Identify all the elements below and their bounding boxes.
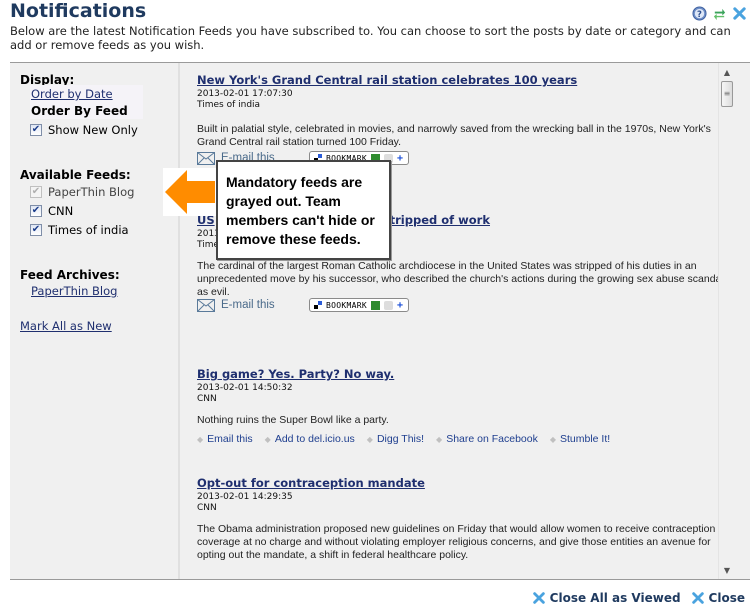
bullet-icon: ◆ (366, 435, 373, 444)
close-button[interactable]: Close (691, 591, 745, 605)
scroll-up-arrow[interactable]: ▲ (719, 65, 734, 81)
available-feeds-heading: Available Feeds: (20, 168, 131, 182)
item-actions: E-mail this BOOKMARK + (197, 297, 727, 313)
item-title-link[interactable]: New York's Grand Central rail station ce… (197, 73, 727, 87)
bullet-icon: ◆ (264, 435, 271, 444)
show-new-only-checkbox[interactable]: ✔ (30, 124, 42, 136)
plus-icon: + (396, 152, 404, 164)
feed-item: Big game? Yes. Party? No way. 2013-02-01… (197, 367, 727, 445)
share-delicious-link[interactable]: ◆ Add to del.icio.us (265, 433, 355, 445)
help-icon[interactable]: ? (692, 6, 707, 21)
share-facebook-link[interactable]: ◆ Share on Facebook (436, 433, 538, 445)
order-by-date-link[interactable]: Order by Date (31, 87, 113, 101)
bullet-icon: ◆ (549, 435, 556, 444)
item-source: CNN (197, 503, 217, 513)
page-title: Notifications (10, 0, 147, 22)
page-description: Below are the latest Notification Feeds … (10, 24, 731, 52)
feed-item: New York's Grand Central rail station ce… (197, 73, 727, 166)
bookmark-widget[interactable]: BOOKMARK + (309, 298, 410, 312)
item-date: 2013-02-01 14:29:35 (197, 492, 293, 502)
envelope-icon (197, 298, 215, 312)
bullet-icon: ◆ (197, 435, 204, 444)
bookmark-label: BOOKMARK (326, 300, 367, 310)
feed-archives-heading: Feed Archives: (20, 268, 120, 282)
feed-checkbox-times-of-india[interactable]: ✔ (30, 224, 42, 236)
scroll-down-arrow[interactable]: ▼ (719, 563, 734, 579)
bullet-icon: ◆ (436, 435, 443, 444)
feed-list: New York's Grand Central rail station ce… (182, 63, 734, 579)
close-icon[interactable] (732, 6, 747, 21)
footer-actions: Close All as Viewed Close (532, 591, 745, 605)
orange-arrow-icon (165, 170, 215, 214)
item-date: 2013-02-01 14:50:32 (197, 383, 293, 393)
callout-box: Mandatory feeds are grayed out. Team mem… (216, 160, 391, 260)
share-digg-link[interactable]: ◆ Digg This! (367, 433, 424, 445)
item-title-end: tripped of work (389, 213, 490, 227)
digg-icon (370, 300, 380, 310)
notifications-panel: Display: Order by Date Order By Feed ✔ S… (10, 62, 750, 580)
close-label: Close (708, 591, 745, 605)
item-body: Nothing ruins the Super Bowl like a part… (197, 414, 389, 426)
refresh-icon[interactable] (712, 6, 727, 21)
sidebar: Display: Order by Date Order By Feed ✔ S… (10, 63, 180, 579)
item-source: Times of india (197, 100, 261, 110)
archive-link-paperthin[interactable]: PaperThin Blog (31, 284, 117, 298)
item-title-link[interactable]: Big game? Yes. Party? No way. (197, 367, 727, 381)
feed-label: Times of india (48, 223, 129, 237)
email-this-button[interactable]: E-mail this (197, 298, 309, 312)
item-body: The cardinal of the largest Roman Cathol… (197, 260, 724, 296)
svg-text:?: ? (697, 9, 702, 19)
item-source: CNN (197, 394, 217, 404)
share-links: ◆ Email this ◆ Add to del.icio.us ◆ Digg Th… (197, 433, 727, 445)
feed-item: Opt-out for contraception mandate 2013-0… (197, 476, 727, 562)
feed-checkbox-cnn[interactable]: ✔ (30, 205, 42, 217)
close-all-as-viewed-label: Close All as Viewed (549, 591, 681, 605)
show-new-only-option[interactable]: ✔ Show New Only (30, 123, 138, 137)
feed-checkbox-paperthin-disabled: ✔ (30, 186, 42, 198)
stumble-icon (383, 300, 393, 310)
item-date: 2013-02-01 17:07:30 (197, 89, 293, 99)
feed-option-cnn[interactable]: ✔ CNN (30, 204, 73, 218)
feed-label: PaperThin Blog (48, 185, 135, 199)
feed-option-paperthin: ✔ PaperThin Blog (30, 185, 134, 199)
feed-option-times-of-india[interactable]: ✔ Times of india (30, 223, 129, 237)
order-by-feed-selected[interactable]: Order By Feed (31, 104, 128, 118)
delicious-icon (314, 301, 322, 309)
scroll-thumb[interactable]: ≡ (721, 81, 733, 107)
show-new-only-label: Show New Only (48, 123, 138, 137)
callout-arrow (163, 168, 217, 216)
header-toolbar: ? (692, 6, 747, 21)
mark-all-as-new-link[interactable]: Mark All as New (20, 319, 112, 333)
feed-label: CNN (48, 204, 74, 218)
item-body: Built in palatial style, celebrated in m… (197, 123, 711, 148)
envelope-icon (197, 151, 215, 165)
close-all-as-viewed-button[interactable]: Close All as Viewed (532, 591, 681, 605)
item-title-link[interactable]: Opt-out for contraception mandate (197, 476, 727, 490)
plus-icon: + (396, 299, 404, 311)
share-email-link[interactable]: ◆ Email this (197, 433, 253, 445)
item-body: The Obama administration proposed new gu… (197, 523, 716, 561)
close-icon (691, 592, 704, 604)
email-this-label: E-mail this (221, 299, 275, 311)
share-stumble-link[interactable]: ◆ Stumble It! (550, 433, 610, 445)
close-icon (532, 592, 545, 604)
feed-scrollbar[interactable]: ▲ ≡ ▼ (718, 63, 734, 579)
